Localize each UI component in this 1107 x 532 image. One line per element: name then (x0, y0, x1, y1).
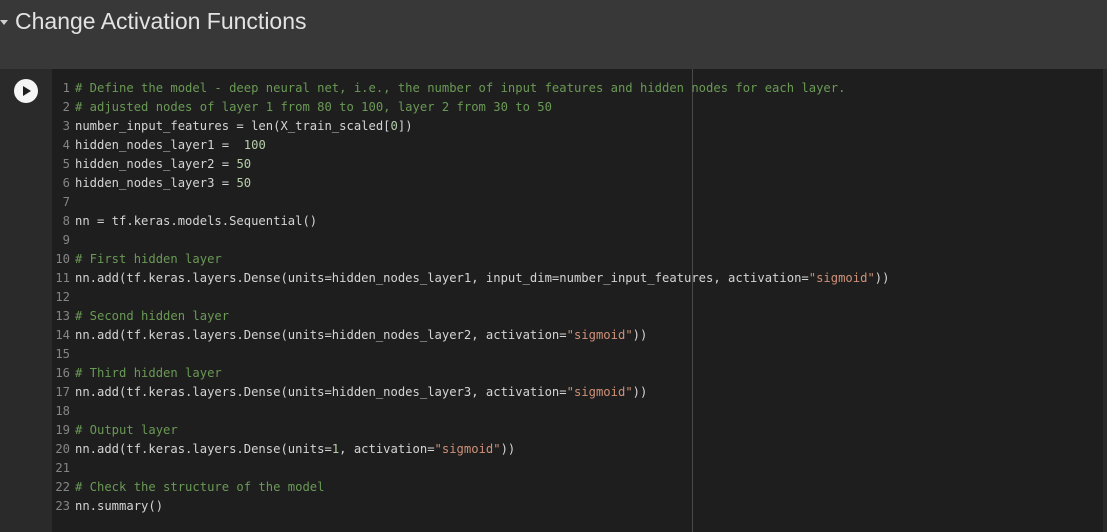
line-number: 22 (55, 480, 70, 494)
code-cell[interactable]: 1 # Define the model - deep neural net, i… (0, 69, 1107, 532)
code-text: hidden_nodes_layer1 = (75, 138, 244, 152)
code-line[interactable]: 7 (52, 193, 1103, 212)
line-number: 11 (55, 271, 70, 285)
number-literal: 50 (236, 176, 252, 190)
number-literal: 100 (243, 138, 266, 152)
string-literal: "sigmoid" (434, 442, 501, 456)
code-line[interactable]: 3 number_input_features = len(X_train_sca… (52, 117, 1103, 136)
code-line[interactable]: 10 # First hidden layer (52, 250, 1103, 269)
play-icon (23, 86, 31, 96)
line-number: 7 (62, 195, 70, 209)
section-title: Change Activation Functions (15, 8, 307, 34)
code-text: nn = tf.keras.models.Sequential() (75, 214, 318, 228)
line-number: 19 (55, 423, 70, 437)
code-text: )) (632, 385, 648, 399)
line-number: 6 (62, 176, 70, 190)
line-number: 17 (55, 385, 70, 399)
line-number: 12 (55, 290, 70, 304)
code-line[interactable]: 15 (52, 345, 1103, 364)
code-line[interactable]: 9 (52, 231, 1103, 250)
code-text: nn.add(tf.keras.layers.Dense(units=hidde… (75, 328, 567, 342)
section-header[interactable]: Change Activation Functions (0, 0, 1107, 50)
line-number: 20 (55, 442, 70, 456)
code-text: number_input_features = len(X_train_scal… (75, 119, 391, 133)
line-number: 16 (55, 366, 70, 380)
line-number: 4 (62, 138, 70, 152)
code-line[interactable]: 21 (52, 459, 1103, 478)
code-text: ]) (397, 119, 413, 133)
line-number: 13 (55, 309, 70, 323)
line-number: 21 (55, 461, 70, 475)
code-line[interactable]: 4 hidden_nodes_layer1 = 100 (52, 136, 1103, 155)
code-line[interactable]: 8 nn = tf.keras.models.Sequential() (52, 212, 1103, 231)
run-cell-button[interactable] (14, 79, 38, 103)
code-text: nn.add(tf.keras.layers.Dense(units=hidde… (75, 271, 809, 285)
code-comment: # Check the structure of the model (75, 480, 325, 494)
line-number: 10 (55, 252, 70, 266)
code-line[interactable]: 14 nn.add(tf.keras.layers.Dense(units=hid… (52, 326, 1103, 345)
line-number: 1 (62, 81, 70, 95)
line-number: 18 (55, 404, 70, 418)
line-number: 15 (55, 347, 70, 361)
code-text: )) (500, 442, 516, 456)
code-text: hidden_nodes_layer3 = (75, 176, 237, 190)
line-number: 2 (62, 100, 70, 114)
code-comment: # adjusted nodes of layer 1 from 80 to 1… (75, 100, 552, 114)
notebook-page: Change Activation Functions 1 # Define th… (0, 0, 1107, 532)
code-line[interactable]: 16 # Third hidden layer (52, 364, 1103, 383)
number-literal: 50 (236, 157, 252, 171)
code-text: nn.add(tf.keras.layers.Dense(units=hidde… (75, 385, 567, 399)
code-line[interactable]: 20 nn.add(tf.keras.layers.Dense(units=1, … (52, 440, 1103, 459)
code-text: hidden_nodes_layer2 = (75, 157, 237, 171)
string-literal: "sigmoid" (566, 328, 633, 342)
code-line[interactable]: 23 nn.summary() (52, 497, 1103, 516)
number-literal: 0 (390, 119, 398, 133)
string-literal: "sigmoid" (566, 385, 633, 399)
code-line[interactable]: 12 (52, 288, 1103, 307)
code-comment: # Output layer (75, 423, 178, 437)
line-number: 14 (55, 328, 70, 342)
code-line[interactable]: 11 nn.add(tf.keras.layers.Dense(units=hid… (52, 269, 1103, 288)
code-line[interactable]: 5 hidden_nodes_layer2 = 50 (52, 155, 1103, 174)
code-text: , activation= (339, 442, 435, 456)
code-line[interactable]: 19 # Output layer (52, 421, 1103, 440)
code-lines[interactable]: 1 # Define the model - deep neural net, i… (52, 79, 1103, 516)
code-comment: # Third hidden layer (75, 366, 222, 380)
code-comment: # First hidden layer (75, 252, 222, 266)
string-literal: "sigmoid" (808, 271, 875, 285)
code-line[interactable]: 2 # adjusted nodes of layer 1 from 80 to … (52, 98, 1103, 117)
code-text: )) (874, 271, 890, 285)
code-comment: # Second hidden layer (75, 309, 230, 323)
code-line[interactable]: 18 (52, 402, 1103, 421)
code-line[interactable]: 22 # Check the structure of the model (52, 478, 1103, 497)
line-number: 3 (62, 119, 70, 133)
code-line[interactable]: 17 nn.add(tf.keras.layers.Dense(units=hid… (52, 383, 1103, 402)
line-number: 8 (62, 214, 70, 228)
line-number: 5 (62, 157, 70, 171)
code-comment: # Define the model - deep neural net, i.… (75, 81, 846, 95)
code-text: nn.add(tf.keras.layers.Dense(units= (75, 442, 332, 456)
chevron-down-icon[interactable] (0, 20, 8, 25)
code-text: )) (632, 328, 648, 342)
code-text: nn.summary() (75, 499, 164, 513)
code-line[interactable]: 6 hidden_nodes_layer3 = 50 (52, 174, 1103, 193)
code-line[interactable]: 1 # Define the model - deep neural net, i… (52, 79, 1103, 98)
line-number: 23 (55, 499, 70, 513)
code-line[interactable]: 13 # Second hidden layer (52, 307, 1103, 326)
line-number: 9 (62, 233, 70, 247)
